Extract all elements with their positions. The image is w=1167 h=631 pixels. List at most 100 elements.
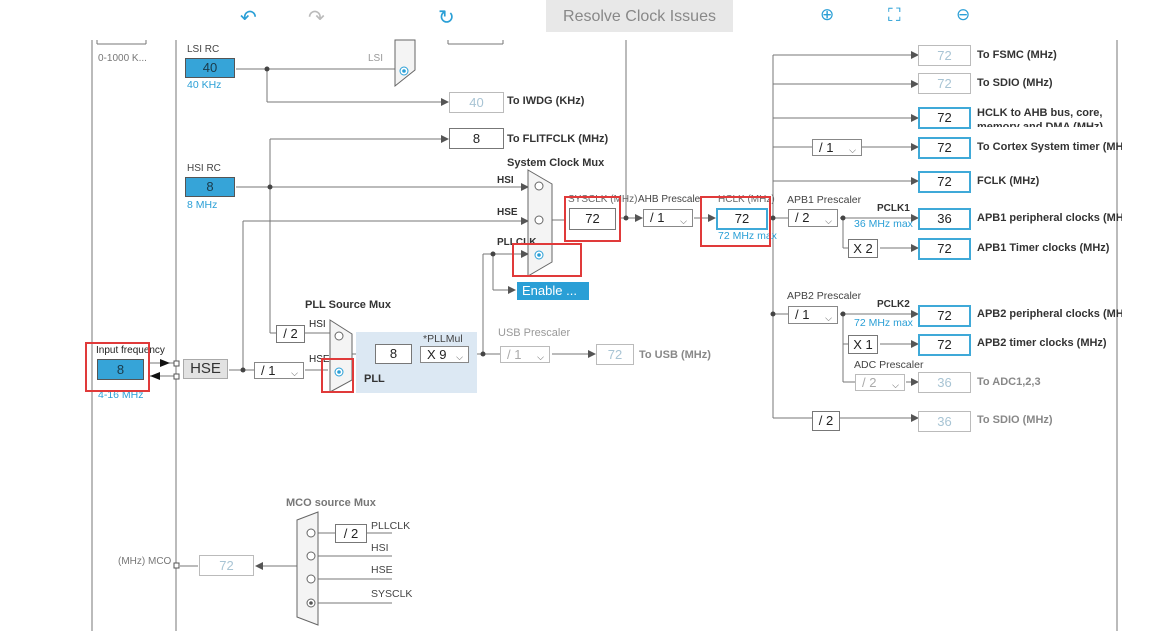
zoom-in-icon[interactable]: ⊕ bbox=[820, 5, 834, 25]
pclk1-label: PCLK1 bbox=[877, 203, 910, 214]
apb1-prescaler-label: APB1 Prescaler bbox=[787, 194, 862, 206]
apb2-timer-value: 72 bbox=[918, 334, 971, 356]
chevron-down-icon: ⌵ bbox=[456, 352, 463, 362]
system-clock-mux-title: System Clock Mux bbox=[507, 157, 605, 169]
adc-prescaler-value: / 2 bbox=[862, 375, 877, 390]
apb2-prescaler-select[interactable]: / 1 ⌵ bbox=[788, 306, 838, 324]
lsi-title: LSI RC bbox=[187, 44, 220, 55]
ahb-prescaler-label: AHB Prescaler bbox=[638, 194, 704, 205]
apb1-timer-multiplier: X 2 bbox=[848, 239, 878, 258]
pllmul-label: *PLLMul bbox=[423, 333, 463, 345]
apb1-peripheral-value: 36 bbox=[918, 208, 971, 230]
chevron-down-icon: ⌵ bbox=[825, 216, 832, 226]
apb1-prescaler-value: / 2 bbox=[795, 210, 810, 225]
pclk2-max: 72 MHz max bbox=[854, 317, 913, 329]
enable-css-button[interactable]: Enable ... bbox=[517, 282, 589, 300]
hsi-value: 8 bbox=[185, 177, 235, 197]
apb2-prescaler-label: APB2 Prescaler bbox=[787, 290, 862, 302]
zoom-out-icon[interactable]: ⊖ bbox=[956, 5, 970, 25]
ahb-prescaler-select[interactable]: / 1 ⌵ bbox=[643, 209, 693, 227]
resolve-clock-issues-button[interactable]: Resolve Clock Issues bbox=[546, 0, 733, 32]
adc-clock-label: To ADC1,2,3 bbox=[977, 376, 1041, 388]
usb-prescaler-select[interactable]: / 1 ⌵ bbox=[500, 346, 550, 363]
sysmux-hse-label: HSE bbox=[497, 207, 518, 218]
apb1-timer-label: APB1 Timer clocks (MHz) bbox=[977, 242, 1110, 254]
clock-config-canvas: ↶ ↷ ↻ Resolve Clock Issues ⊕ ⛶ ⊖ 0-1000 … bbox=[0, 0, 1167, 631]
highlight-sysclk bbox=[564, 196, 621, 242]
apb2-timer-label: APB2 timer clocks (MHz) bbox=[977, 337, 1107, 349]
cortex-divider-value: / 1 bbox=[819, 140, 834, 155]
redo-icon[interactable]: ↷ bbox=[308, 5, 325, 30]
cortex-timer-divider-select[interactable]: / 1 ⌵ bbox=[812, 139, 862, 156]
fsmc-clock-label: To FSMC (MHz) bbox=[977, 49, 1057, 61]
pclk1-max: 36 MHz max bbox=[854, 218, 913, 230]
mco-source-mux-title: MCO source Mux bbox=[286, 497, 376, 509]
fclk-value: 72 bbox=[918, 171, 971, 193]
highlight-hclk bbox=[700, 196, 771, 247]
adc-clock-value: 36 bbox=[918, 372, 971, 393]
iwdg-value: 40 bbox=[449, 92, 504, 113]
apb1-timer-value: 72 bbox=[918, 238, 971, 260]
flitfclk-value: 8 bbox=[449, 128, 504, 149]
hse-button[interactable]: HSE bbox=[183, 359, 228, 379]
refresh-icon[interactable]: ↻ bbox=[438, 5, 455, 30]
hclk-ahb-label: HCLK to AHB bus, core, bbox=[977, 107, 1103, 119]
chevron-down-icon: ⌵ bbox=[825, 313, 832, 323]
hse-prediv-value: / 1 bbox=[261, 363, 276, 378]
hclk-ahb-label-2: memory and DMA (MHz) bbox=[977, 121, 1104, 127]
usb-prescaler-label: USB Prescaler bbox=[498, 327, 571, 339]
chevron-down-icon: ⌵ bbox=[849, 145, 856, 155]
usb-prescaler-value: / 1 bbox=[507, 347, 522, 362]
lsi-mux-label: LSI bbox=[368, 53, 384, 64]
lse-range-label: 0-1000 K... bbox=[98, 53, 147, 64]
chevron-down-icon: ⌵ bbox=[892, 380, 899, 390]
lsi-value[interactable]: 40 bbox=[185, 58, 235, 78]
fit-screen-icon[interactable]: ⛶ bbox=[888, 5, 901, 26]
usb-clock-label: To USB (MHz) bbox=[639, 349, 711, 361]
chevron-down-icon: ⌵ bbox=[291, 368, 298, 378]
fclk-label: FCLK (MHz) bbox=[977, 175, 1040, 187]
mco-pll-divider: / 2 bbox=[335, 524, 367, 543]
mco-label: (MHz) MCO bbox=[118, 556, 172, 567]
highlight-pll-source-hse bbox=[321, 358, 354, 393]
lsi-freq: 40 KHz bbox=[187, 79, 222, 91]
flitfclk-label: To FLITFCLK (MHz) bbox=[507, 133, 609, 145]
apb2-timer-multiplier: X 1 bbox=[848, 335, 878, 354]
pll-src-hsi-label: HSI bbox=[309, 319, 326, 330]
apb2-peripheral-value: 72 bbox=[918, 305, 971, 327]
hsi-pll-divider: / 2 bbox=[276, 325, 305, 343]
adc-prescaler-label: ADC Prescaler bbox=[854, 359, 924, 371]
apb2-peripheral-label: APB2 peripheral clocks (MHz) bbox=[977, 308, 1122, 320]
pll-input-value: 8 bbox=[375, 344, 412, 364]
apb1-peripheral-label: APB1 peripheral clocks (MHz) bbox=[977, 212, 1122, 224]
hsi-freq: 8 MHz bbox=[187, 199, 218, 211]
chevron-down-icon: ⌵ bbox=[537, 352, 544, 362]
mco-hse-label: HSE bbox=[371, 564, 393, 576]
pclk2-label: PCLK2 bbox=[877, 299, 910, 310]
fsmc-clock-value: 72 bbox=[918, 45, 971, 66]
highlight-hse-input bbox=[85, 342, 150, 392]
usb-clock-value: 72 bbox=[596, 344, 634, 365]
sdio-clock-label: To SDIO (MHz) bbox=[977, 77, 1053, 89]
apb1-prescaler-select[interactable]: / 2 ⌵ bbox=[788, 209, 838, 227]
hse-prediv-select[interactable]: / 1 ⌵ bbox=[254, 362, 304, 379]
cortex-timer-value: 72 bbox=[918, 137, 971, 159]
sdio2-clock-label: To SDIO (MHz) bbox=[977, 414, 1053, 426]
mco-hsi-label: HSI bbox=[371, 542, 389, 554]
adc-prescaler-select[interactable]: / 2 ⌵ bbox=[855, 374, 905, 391]
sdio-divider: / 2 bbox=[812, 411, 840, 431]
hsi-title: HSI RC bbox=[187, 163, 221, 174]
ahb-prescaler-value: / 1 bbox=[650, 210, 665, 225]
hclk-ahb-value: 72 bbox=[918, 107, 971, 129]
iwdg-label: To IWDG (KHz) bbox=[507, 95, 585, 107]
pll-label: PLL bbox=[364, 373, 385, 385]
chevron-down-icon: ⌵ bbox=[680, 216, 687, 226]
pllmul-select[interactable]: X 9 ⌵ bbox=[420, 346, 469, 363]
cortex-timer-label: To Cortex System timer (MHz) bbox=[977, 141, 1122, 153]
pll-source-mux-title: PLL Source Mux bbox=[305, 299, 391, 311]
apb2-prescaler-value: / 1 bbox=[795, 307, 810, 322]
sdio-clock-value: 72 bbox=[918, 73, 971, 94]
undo-icon[interactable]: ↶ bbox=[240, 5, 257, 30]
mco-sysclk-label: SYSCLK bbox=[371, 588, 413, 600]
pllmul-value: X 9 bbox=[427, 347, 447, 362]
